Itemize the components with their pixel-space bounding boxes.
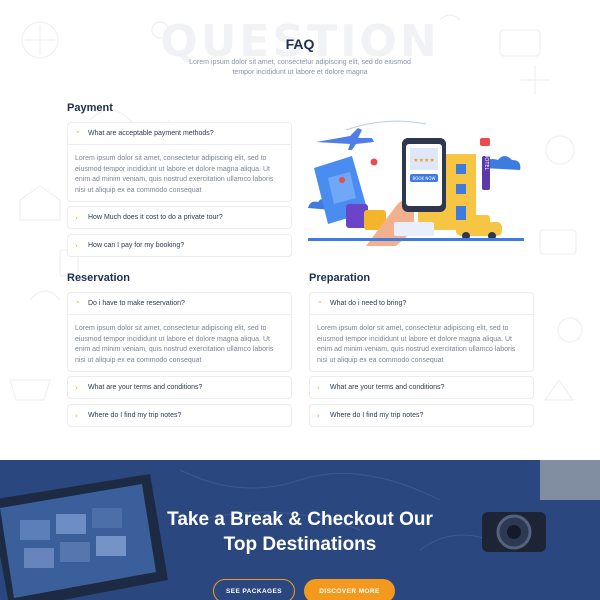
- faq-answer: Lorem ipsum dolor sit amet, consectetur …: [310, 314, 533, 371]
- chevron-right-icon: ›: [75, 411, 78, 420]
- banner-heading: Take a Break & Checkout Our Top Destinat…: [0, 507, 600, 557]
- faq-question: Where do I find my trip notes?: [88, 412, 182, 419]
- faq-question-toggle[interactable]: ⌃ What are acceptable payment methods?: [68, 123, 291, 144]
- faq-question: What do i need to bring?: [330, 300, 407, 307]
- faq-header: QUESTION FAQ Lorem ipsum dolor sit amet,…: [0, 14, 600, 84]
- faq-item[interactable]: › What are your terms and conditions?: [309, 376, 534, 399]
- chevron-right-icon: ›: [317, 411, 320, 420]
- faq-question-toggle[interactable]: › How can I pay for my booking?: [68, 235, 291, 256]
- page-subtitle: Lorem ipsum dolor sit amet, consectetur …: [189, 59, 411, 76]
- faq-page: QUESTION FAQ Lorem ipsum dolor sit amet,…: [0, 0, 600, 600]
- faq-question-toggle[interactable]: ⌃ Do i have to make reservation?: [68, 293, 291, 314]
- banner-heading-line1: Take a Break & Checkout Our: [167, 509, 433, 530]
- banner-heading-line2: Top Destinations: [223, 534, 377, 555]
- faq-answer: Lorem ipsum dolor sit amet, consectetur …: [68, 144, 291, 201]
- section-title-reservation: Reservation: [67, 272, 130, 284]
- destinations-banner: Take a Break & Checkout Our Top Destinat…: [0, 460, 600, 600]
- travel-booking-illustration: HOTEL ★★★★ BOOK NOW: [308, 120, 524, 246]
- section-title-payment: Payment: [67, 102, 113, 114]
- faq-question: What are acceptable payment methods?: [88, 130, 214, 137]
- faq-item[interactable]: › How can I pay for my booking?: [67, 234, 292, 257]
- rating-stars: ★★★★: [413, 157, 435, 164]
- faq-answer: Lorem ipsum dolor sit amet, consectetur …: [68, 314, 291, 371]
- faq-question-toggle[interactable]: › How Much does it cost to do a private …: [68, 207, 291, 228]
- faq-question: What are your terms and conditions?: [330, 384, 445, 391]
- faq-question-toggle[interactable]: › What are your terms and conditions?: [310, 377, 533, 398]
- faq-question: How can I pay for my booking?: [88, 242, 185, 249]
- faq-question: What are your terms and conditions?: [88, 384, 203, 391]
- faq-item[interactable]: › How Much does it cost to do a private …: [67, 206, 292, 229]
- chevron-right-icon: ›: [317, 383, 320, 392]
- chevron-up-icon: ⌃: [75, 129, 81, 138]
- discover-more-button[interactable]: DISCOVER MORE: [304, 579, 395, 600]
- chevron-up-icon: ⌃: [75, 299, 81, 308]
- faq-question-toggle[interactable]: › What are your terms and conditions?: [68, 377, 291, 398]
- section-title-preparation: Preparation: [309, 272, 371, 284]
- page-title: FAQ: [285, 36, 315, 52]
- faq-item-open: ⌃ Do i have to make reservation? Lorem i…: [67, 292, 292, 372]
- ticket-icon: [394, 222, 434, 236]
- faq-question-toggle[interactable]: › Where do I find my trip notes?: [68, 405, 291, 426]
- chevron-right-icon: ›: [75, 383, 78, 392]
- chevron-right-icon: ›: [75, 213, 78, 222]
- chevron-right-icon: ›: [75, 241, 78, 250]
- faq-item[interactable]: › Where do I find my trip notes?: [309, 404, 534, 427]
- ground-line: [308, 238, 524, 241]
- notebook: [540, 460, 600, 500]
- hotel-sign-text: HOTEL: [483, 154, 489, 171]
- location-pin-icon: [339, 177, 345, 183]
- chevron-up-icon: ⌃: [317, 299, 323, 308]
- faq-item[interactable]: › What are your terms and conditions?: [67, 376, 292, 399]
- faq-item-open: ⌃ What are acceptable payment methods? L…: [67, 122, 292, 202]
- location-pin-icon: [370, 158, 378, 166]
- faq-question: Where do I find my trip notes?: [330, 412, 424, 419]
- airplane-icon: [316, 128, 374, 150]
- see-packages-button[interactable]: SEE PACKAGES: [213, 579, 295, 600]
- faq-question: How Much does it cost to do a private to…: [88, 214, 223, 221]
- faq-question: Do i have to make reservation?: [88, 300, 185, 307]
- faq-item[interactable]: › Where do I find my trip notes?: [67, 404, 292, 427]
- chat-bubble-icon: [480, 138, 490, 146]
- faq-item-open: ⌃ What do i need to bring? Lorem ipsum d…: [309, 292, 534, 372]
- faq-question-toggle[interactable]: › Where do I find my trip notes?: [310, 405, 533, 426]
- faq-question-toggle[interactable]: ⌃ What do i need to bring?: [310, 293, 533, 314]
- book-now-label: BOOK NOW: [413, 176, 436, 181]
